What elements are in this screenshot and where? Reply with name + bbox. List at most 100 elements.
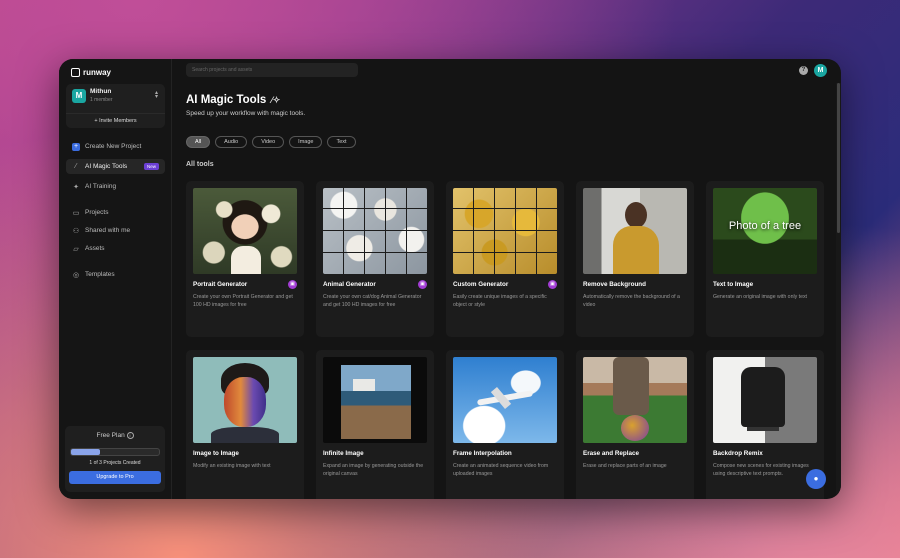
lock-icon: ▣ — [288, 280, 297, 289]
shoulders-shape — [211, 427, 279, 443]
tool-card-image-to-image[interactable]: Image to Image Modify an existing image … — [186, 350, 304, 499]
tool-title: Portrait Generator — [193, 281, 248, 288]
tool-description: Easily create unique images of a specifi… — [453, 294, 547, 308]
tool-thumbnail: Photo of a tree — [713, 188, 817, 274]
tool-card-remove-background[interactable]: Remove Background Automatically remove t… — [576, 181, 694, 337]
upgrade-button[interactable]: Upgrade to Pro — [69, 471, 161, 484]
tool-title: Text to Image — [713, 281, 754, 288]
filter-audio[interactable]: Audio — [215, 136, 248, 148]
cliff-scene — [341, 365, 411, 439]
team-name: Mithun — [90, 88, 112, 95]
tool-description: Create an animated sequence video from u… — [453, 463, 549, 477]
tool-card-erase-replace[interactable]: Erase and Replace Erase and replace part… — [576, 350, 694, 499]
plan-progress-fill — [71, 449, 101, 455]
invite-members-button[interactable]: + Invite Members — [66, 113, 165, 128]
search-input[interactable]: Search projects and assets — [186, 63, 358, 77]
tool-thumbnail — [583, 188, 687, 274]
tool-title: Remove Background — [583, 281, 646, 288]
scrollbar-thumb[interactable] — [837, 83, 840, 233]
filter-all[interactable]: All — [186, 136, 211, 148]
sidebar-item-ai-training[interactable]: ✦ AI Training — [66, 179, 165, 194]
team-avatar: M — [72, 89, 86, 103]
chair-shape — [741, 367, 785, 427]
tool-thumbnail — [193, 188, 297, 274]
magic-wand-icon: ⁄✧ — [271, 94, 281, 105]
sidebar: runway M Mithun 1 member ▴ ▾ + Invite Mem… — [59, 59, 172, 499]
folder-icon: ▱ — [73, 245, 79, 253]
sidebar-item-shared[interactable]: ⚇ Shared with me — [66, 223, 165, 238]
tool-card-infinite-image[interactable]: Infinite Image Expand an image by genera… — [316, 350, 434, 499]
runway-logo[interactable]: runway — [71, 65, 111, 79]
shared-label: Shared with me — [85, 227, 131, 234]
person-head — [625, 202, 647, 228]
sidebar-item-projects[interactable]: ▭ Projects — [66, 205, 165, 220]
chevron-updown-icon[interactable]: ▴ ▾ — [155, 90, 158, 100]
page-subtitle: Speed up your workflow with magic tools. — [186, 110, 306, 117]
new-badge: New — [143, 163, 159, 170]
projects-label: Projects — [85, 209, 109, 216]
tool-thumbnail — [453, 188, 557, 274]
filter-image[interactable]: Image — [289, 136, 323, 148]
tool-card-text-to-image[interactable]: Photo of a tree Text to Image Generate a… — [706, 181, 824, 337]
sidebar-item-assets[interactable]: ▱ Assets — [66, 241, 165, 256]
tool-description: Erase and replace parts of an image — [583, 463, 667, 469]
tool-title: Animal Generator — [323, 281, 376, 288]
tool-description: Automatically remove the background of a… — [583, 294, 680, 308]
portrait-garment — [231, 246, 261, 274]
projects-icon: ▭ — [72, 209, 80, 217]
face-shape — [224, 377, 266, 427]
section-title: All tools — [186, 161, 214, 168]
app-window: runway M Mithun 1 member ▴ ▾ + Invite Mem… — [59, 59, 841, 499]
user-avatar[interactable]: M — [814, 64, 827, 77]
users-icon: ⚇ — [72, 227, 80, 235]
tool-description: Expand an image by generating outside th… — [323, 463, 424, 477]
tool-description: Create your own Portrait Generator and g… — [193, 294, 293, 308]
plan-progress-bar — [70, 448, 160, 456]
tool-card-custom-generator[interactable]: Custom Generator ▣ Easily create unique … — [446, 181, 564, 337]
main-content: AI Magic Tools ⁄✧ Speed up your workflow … — [172, 83, 837, 499]
page-title: AI Magic Tools ⁄✧ — [186, 94, 280, 106]
plan-count: 1 of 3 Projects Created — [89, 460, 141, 466]
globe-icon: ◎ — [72, 271, 80, 279]
tool-title: Image to Image — [193, 450, 239, 457]
tool-card-animal-generator[interactable]: Animal Generator ▣ Create your own cat/d… — [316, 181, 434, 337]
tool-card-frame-interpolation[interactable]: Frame Interpolation Create an animated s… — [446, 350, 564, 499]
tool-thumbnail — [323, 357, 427, 443]
sparkle-icon: ✦ — [73, 183, 79, 191]
lock-icon: ▣ — [418, 280, 427, 289]
tool-thumbnail — [193, 357, 297, 443]
tool-title: Erase and Replace — [583, 450, 640, 457]
sidebar-item-templates[interactable]: ◎ Templates — [66, 267, 165, 282]
lock-icon: ▣ — [548, 280, 557, 289]
chat-icon: ● — [813, 474, 819, 483]
help-icon[interactable]: ? — [799, 66, 808, 75]
create-project-label: Create New Project — [85, 143, 142, 150]
plus-icon: + — [72, 142, 80, 151]
page-title-text: AI Magic Tools — [186, 94, 267, 106]
team-switcher[interactable]: M Mithun 1 member ▴ ▾ + Invite Members — [66, 84, 165, 128]
filter-text[interactable]: Text — [327, 136, 356, 148]
chair-base — [747, 427, 779, 431]
plan-title-text: Free Plan — [96, 432, 125, 440]
tool-card-portrait-generator[interactable]: Portrait Generator ▣ Create your own Por… — [186, 181, 304, 337]
runway-logo-icon — [71, 67, 80, 77]
thumbnail-caption: Photo of a tree — [728, 220, 802, 232]
tool-thumbnail — [323, 188, 427, 274]
filter-video[interactable]: Video — [252, 136, 285, 148]
logo-text: runway — [83, 67, 112, 77]
tool-title: Custom Generator — [453, 281, 509, 288]
info-icon[interactable]: i — [126, 432, 134, 439]
tool-description: Modify an existing image with text — [193, 463, 271, 469]
create-project-button[interactable]: + Create New Project — [66, 139, 165, 154]
plan-card: Free Plan i 1 of 3 Projects Created Upgr… — [65, 426, 165, 492]
tool-description: Create your own cat/dog Animal Generator… — [323, 294, 422, 308]
tool-title: Infinite Image — [323, 450, 364, 457]
tool-description: Generate an original image with only tex… — [713, 294, 808, 300]
chat-support-button[interactable]: ● — [806, 469, 826, 489]
legs-shape — [613, 357, 649, 415]
plan-title: Free Plan i — [65, 432, 165, 439]
templates-label: Templates — [85, 271, 115, 278]
sidebar-item-magic-tools[interactable]: ⁄ AI Magic Tools New — [66, 159, 165, 174]
magic-wand-icon: ⁄ — [75, 163, 77, 170]
scrollbar[interactable] — [836, 83, 841, 499]
